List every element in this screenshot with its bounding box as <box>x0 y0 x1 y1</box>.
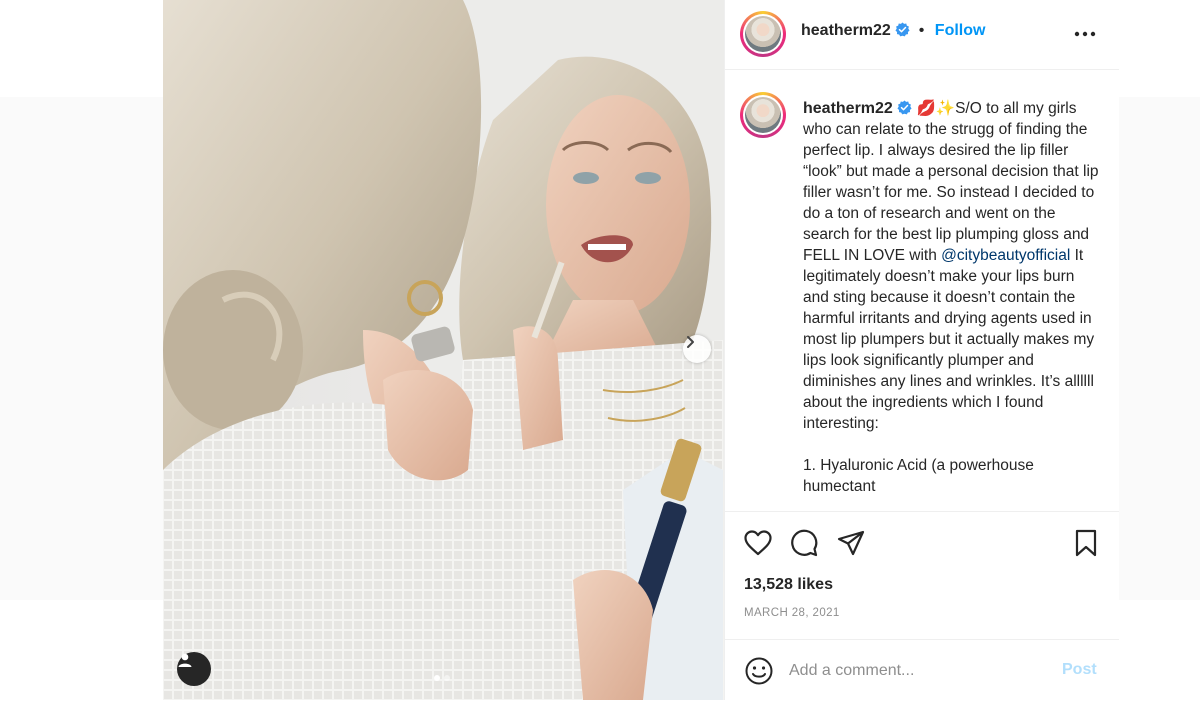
post-date: MARCH 28, 2021 <box>744 607 840 619</box>
caption-section: heatherm22 💋✨S/O to all my girls who can… <box>725 70 1119 511</box>
caption-mention-link[interactable]: @citybeautyofficial <box>941 247 1070 264</box>
caption-emojis: 💋✨ <box>916 100 956 117</box>
carousel-indicator <box>434 675 450 681</box>
post-photo[interactable] <box>163 0 724 700</box>
tagged-users-button[interactable] <box>177 652 211 686</box>
caption-username[interactable]: heatherm22 <box>803 100 893 117</box>
carousel-dot-active <box>434 675 440 681</box>
verified-badge-icon <box>895 22 910 37</box>
likes-count[interactable]: 13,528 likes <box>744 576 833 594</box>
comment-icon <box>791 529 818 557</box>
like-button[interactable] <box>743 528 773 558</box>
post-comment-button[interactable]: Post <box>1062 661 1097 679</box>
verified-badge-icon <box>897 100 912 115</box>
emoji-icon <box>745 657 773 685</box>
mirror-selfie-illustration <box>163 0 724 700</box>
heart-icon <box>744 530 772 556</box>
caption-next-line: 1. Hyaluronic Acid (a powerhouse humecta… <box>803 457 1034 495</box>
save-button[interactable] <box>1071 528 1101 558</box>
comment-bar: Post <box>725 639 1119 701</box>
share-icon <box>837 530 865 556</box>
more-options-icon <box>1074 31 1096 37</box>
header-username[interactable]: heatherm22 <box>801 22 891 39</box>
follow-button[interactable]: Follow <box>935 22 986 39</box>
more-options-button[interactable] <box>1070 22 1100 46</box>
bookmark-icon <box>1075 529 1097 557</box>
avatar[interactable] <box>740 11 786 57</box>
caption-text: heatherm22 💋✨S/O to all my girls who can… <box>803 98 1103 497</box>
emoji-button[interactable] <box>744 656 774 686</box>
comment-input[interactable] <box>789 658 1049 684</box>
profile-picture <box>745 97 781 133</box>
caption-body-end: It legitimately doesn’t make your lips b… <box>803 247 1095 432</box>
caption-body-start: S/O to all my girls who can relate to th… <box>803 100 1099 264</box>
caption-avatar[interactable] <box>740 92 786 138</box>
user-icon <box>178 653 192 667</box>
header-user-line: heatherm22 • Follow <box>801 22 985 40</box>
separator-bullet: • <box>918 22 925 39</box>
next-photo-button[interactable] <box>683 335 711 363</box>
profile-picture <box>745 16 781 52</box>
carousel-dot <box>444 675 450 681</box>
post-side-panel: heatherm22 • Follow heatherm22 💋✨S/O to … <box>724 0 1119 700</box>
post-actions: 13,528 likes MARCH 28, 2021 <box>725 511 1119 640</box>
post-header: heatherm22 • Follow <box>725 0 1119 70</box>
chevron-right-icon <box>687 336 694 348</box>
comment-button[interactable] <box>789 528 819 558</box>
post-dialog: heatherm22 • Follow heatherm22 💋✨S/O to … <box>163 0 1119 700</box>
share-button[interactable] <box>836 528 866 558</box>
